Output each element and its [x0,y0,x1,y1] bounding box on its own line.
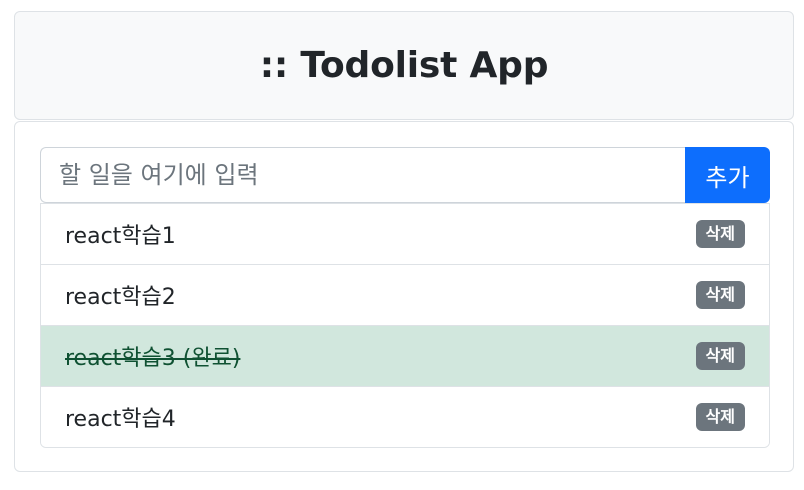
todo-input[interactable] [40,147,685,203]
page-title: :: Todolist App [259,45,549,86]
todo-item-done[interactable]: react학습3 (완료) 삭제 [41,326,769,387]
todo-text: react학습3 (완료) [65,346,241,371]
todo-item[interactable]: react학습2 삭제 [41,265,769,326]
delete-button[interactable]: 삭제 [695,281,745,309]
todo-item[interactable]: react학습1 삭제 [41,204,769,265]
delete-button[interactable]: 삭제 [695,403,745,431]
todo-card: 추가 react학습1 삭제 react학습2 삭제 react학습3 (완료)… [14,121,794,472]
todo-text: react학습1 [65,224,176,249]
delete-button[interactable]: 삭제 [695,342,745,370]
todo-item[interactable]: react학습4 삭제 [41,387,769,447]
todo-text: react학습4 [65,407,176,432]
todo-input-group: 추가 [40,147,770,203]
delete-button[interactable]: 삭제 [695,220,745,248]
todo-list: react학습1 삭제 react학습2 삭제 react학습3 (완료) 삭제… [40,203,770,448]
add-button[interactable]: 추가 [685,147,770,203]
todo-text: react학습2 [65,285,176,310]
header-card: :: Todolist App [14,11,794,120]
